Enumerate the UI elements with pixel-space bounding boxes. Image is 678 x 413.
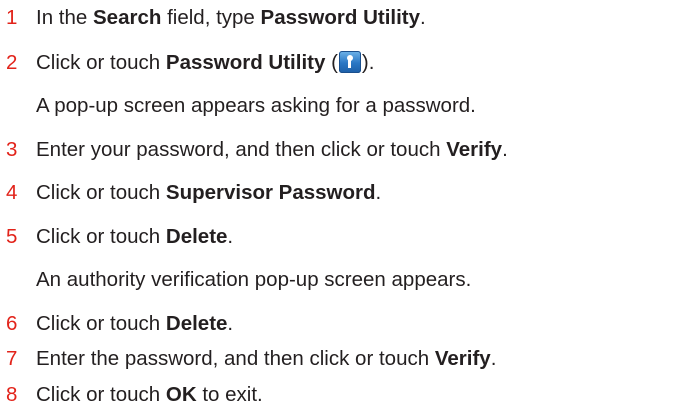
delete-ref: Delete — [165, 225, 228, 248]
step-text: In the Search field, type Password Utili… — [36, 6, 426, 29]
password-utility-app-icon — [338, 51, 361, 73]
password-utility-ref: Password Utility — [165, 51, 326, 74]
password-utility-ref: Password Utility — [260, 6, 421, 29]
supervisor-password-ref: Supervisor Password — [165, 181, 376, 204]
delete-ref: Delete — [165, 312, 228, 335]
step-number: 7 — [6, 347, 18, 370]
step-text: Click or touch Delete. — [36, 312, 234, 335]
instruction-steps: 1 In the Search field, type Password Uti… — [0, 0, 678, 413]
step-text: Click or touch Password Utility (). — [36, 51, 375, 74]
step-number: 8 — [6, 383, 18, 406]
step-text: Click or touch Delete. — [36, 225, 234, 248]
step-number: 2 — [6, 51, 18, 74]
search-field-ref: Search — [93, 6, 162, 29]
step-number: 5 — [6, 225, 18, 248]
step-number: 1 — [6, 6, 18, 29]
ok-ref: OK — [165, 383, 197, 406]
step-number: 6 — [6, 312, 18, 335]
step-text: Enter your password, and then click or t… — [36, 138, 508, 161]
step-text: Click or touch OK to exit. — [36, 383, 263, 406]
step-text: Click or touch Supervisor Password. — [36, 181, 382, 204]
verify-ref: Verify — [446, 138, 503, 161]
step-number: 3 — [6, 138, 18, 161]
verify-ref: Verify — [434, 347, 491, 370]
step-note: A pop-up screen appears asking for a pas… — [36, 94, 476, 117]
step-number: 4 — [6, 181, 18, 204]
step-text: Enter the password, and then click or to… — [36, 347, 497, 370]
step-note: An authority verification pop-up screen … — [36, 268, 472, 291]
